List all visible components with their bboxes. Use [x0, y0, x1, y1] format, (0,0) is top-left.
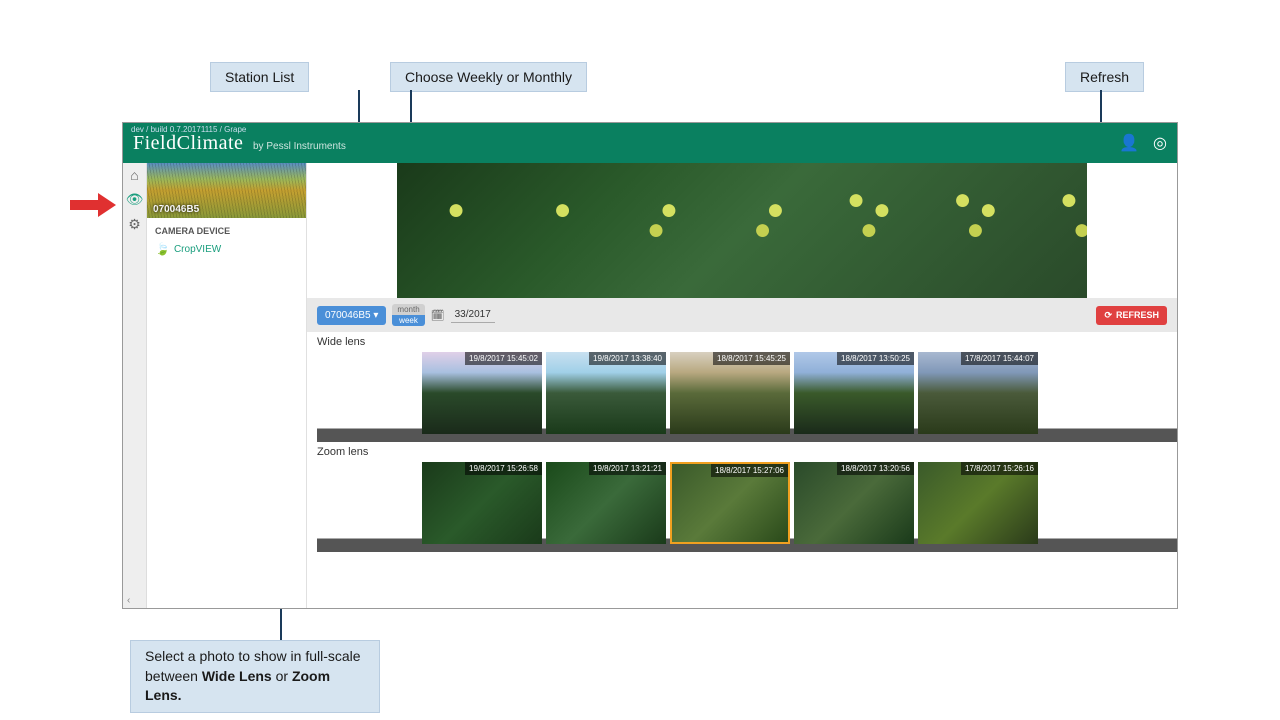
thumb-timestamp: 17/8/2017 15:44:07 [961, 352, 1038, 365]
date-field[interactable]: 33/2017 [451, 307, 495, 323]
eye-icon[interactable]: 👁 [126, 191, 144, 208]
thumb-wide[interactable]: 18/8/2017 13:50:25 [794, 352, 914, 434]
station-dropdown[interactable]: 070046B5 ▾ [317, 306, 386, 325]
thumb-timestamp: 17/8/2017 15:26:16 [961, 462, 1038, 475]
callout-refresh: Refresh [1065, 62, 1144, 92]
toggle-month[interactable]: month [392, 304, 424, 315]
wide-lens-title: Wide lens [317, 336, 1177, 348]
station-image[interactable]: 070046B5 [147, 163, 306, 218]
callout-choose-period: Choose Weekly or Monthly [390, 62, 587, 92]
collapse-caret-icon[interactable]: ‹ [127, 595, 130, 606]
hero-area [307, 163, 1177, 298]
red-arrow-annotation [70, 195, 120, 215]
refresh-icon: ⟳ [1104, 310, 1112, 321]
app-header: dev / build 0.7.20171115 / Grape FieldCl… [123, 123, 1177, 163]
thumb-zoom[interactable]: 19/8/2017 13:21:21 [546, 462, 666, 544]
logo-main: FieldClimate [133, 132, 243, 154]
user-icon[interactable]: 👤 [1119, 133, 1139, 153]
thumb-timestamp: 19/8/2017 15:26:58 [465, 462, 542, 475]
thumb-timestamp: 19/8/2017 13:21:21 [589, 462, 666, 475]
zoom-lens-title: Zoom lens [317, 446, 1177, 458]
thumb-zoom[interactable]: 17/8/2017 15:26:16 [918, 462, 1038, 544]
thumb-timestamp: 19/8/2017 13:38:40 [589, 352, 666, 365]
callout-bold: Wide Lens [202, 668, 272, 684]
wide-thumbs: 19/8/2017 15:45:02 19/8/2017 13:38:40 18… [317, 352, 1177, 442]
thumb-wide[interactable]: 17/8/2017 15:44:07 [918, 352, 1038, 434]
wide-lens-section: Wide lens 19/8/2017 15:45:02 19/8/2017 1… [307, 332, 1177, 442]
callout-station-list: Station List [210, 62, 309, 92]
zoom-thumbs: 19/8/2017 15:26:58 19/8/2017 13:21:21 18… [317, 462, 1177, 552]
period-toggle: month week [392, 304, 424, 326]
thumb-wide[interactable]: 19/8/2017 15:45:02 [422, 352, 542, 434]
nav-sidebar: ⌂ 👁 ⚙ [123, 163, 147, 608]
home-icon[interactable]: ⌂ [130, 167, 138, 183]
leaf-icon: 🍃 [155, 242, 170, 256]
device-title: CAMERA DEVICE [155, 226, 298, 236]
logo-sub: by Pessl Instruments [253, 141, 346, 152]
thumb-timestamp: 18/8/2017 15:45:25 [713, 352, 790, 365]
callout-select-photo: Select a photo to show in full-scale bet… [130, 640, 380, 713]
thumb-timestamp: 18/8/2017 13:20:56 [837, 462, 914, 475]
thumb-wide[interactable]: 18/8/2017 15:45:25 [670, 352, 790, 434]
app-window: dev / build 0.7.20171115 / Grape FieldCl… [122, 122, 1178, 609]
breadcrumb: dev / build 0.7.20171115 / Grape [131, 125, 246, 134]
callout-text: or [272, 668, 292, 684]
gear-icon[interactable]: ⚙ [128, 216, 141, 233]
header-icons: 👤 ◎ [1119, 133, 1167, 153]
zoom-lens-section: Zoom lens 19/8/2017 15:26:58 19/8/2017 1… [307, 442, 1177, 552]
refresh-button[interactable]: ⟳ REFRESH [1096, 306, 1167, 325]
controls-bar: 070046B5 ▾ month week 🗓 33/2017 ⟳ REFRES… [307, 298, 1177, 332]
refresh-label: REFRESH [1116, 310, 1159, 320]
device-section: CAMERA DEVICE 🍃 CropVIEW [147, 218, 306, 264]
main-content: 070046B5 ▾ month week 🗓 33/2017 ⟳ REFRES… [307, 163, 1177, 608]
logo: FieldClimate by Pessl Instruments [133, 132, 346, 155]
station-panel: 070046B5 CAMERA DEVICE 🍃 CropVIEW [147, 163, 307, 608]
station-id: 070046B5 [153, 204, 199, 215]
thumb-timestamp: 18/8/2017 13:50:25 [837, 352, 914, 365]
device-item[interactable]: 🍃 CropVIEW [155, 242, 298, 256]
thumb-timestamp: 18/8/2017 15:27:06 [711, 464, 788, 477]
calendar-icon[interactable]: 🗓 [431, 309, 445, 322]
thumb-zoom[interactable]: 19/8/2017 15:26:58 [422, 462, 542, 544]
thumb-wide[interactable]: 19/8/2017 13:38:40 [546, 352, 666, 434]
broadcast-icon[interactable]: ◎ [1153, 133, 1167, 153]
thumb-zoom-selected[interactable]: 18/8/2017 15:27:06 [670, 462, 790, 544]
thumb-timestamp: 19/8/2017 15:45:02 [465, 352, 542, 365]
thumb-zoom[interactable]: 18/8/2017 13:20:56 [794, 462, 914, 544]
device-name: CropVIEW [174, 244, 221, 255]
hero-image [397, 163, 1087, 298]
app-body: ⌂ 👁 ⚙ 070046B5 CAMERA DEVICE 🍃 CropVIEW … [123, 163, 1177, 608]
toggle-week[interactable]: week [392, 315, 424, 326]
